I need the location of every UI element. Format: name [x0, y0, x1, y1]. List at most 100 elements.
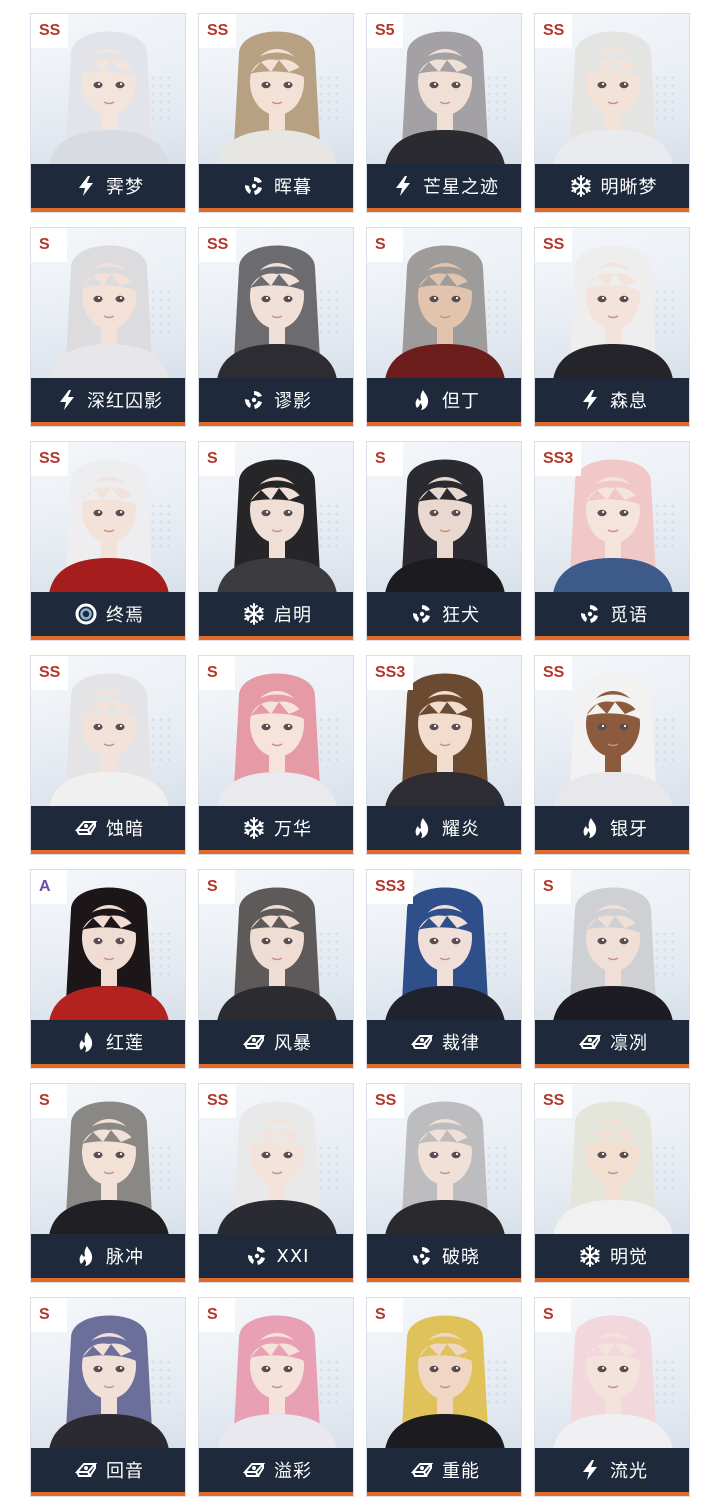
- name-bar: 风暴: [199, 1020, 353, 1064]
- character-name: 芒星之迹: [423, 177, 499, 198]
- rank-badge: S: [367, 442, 403, 476]
- character-name: 凛冽: [610, 1033, 648, 1054]
- name-bar: 重能: [367, 1448, 521, 1492]
- character-card[interactable]: SS3 觅语: [534, 441, 690, 641]
- accent-stripe: [199, 422, 353, 426]
- character-card[interactable]: S 但丁: [366, 227, 522, 427]
- character-card[interactable]: S 启明: [198, 441, 354, 641]
- character-card[interactable]: S 万华: [198, 655, 354, 855]
- character-card[interactable]: S 狂犬: [366, 441, 522, 641]
- name-bar: 深红囚影: [31, 378, 185, 422]
- void-icon: [74, 602, 98, 626]
- name-bar: 森息: [535, 378, 689, 422]
- rank-badge: S: [367, 1298, 403, 1332]
- character-card[interactable]: SS 蚀暗: [30, 655, 186, 855]
- character-card[interactable]: A 红莲: [30, 869, 186, 1069]
- physical-icon: [74, 816, 98, 840]
- accent-stripe: [367, 636, 521, 640]
- character-card[interactable]: SS 谬影: [198, 227, 354, 427]
- character-card[interactable]: S5 芒星之迹: [366, 13, 522, 213]
- rank-badge: SS: [367, 1084, 405, 1118]
- name-bar: 红莲: [31, 1020, 185, 1064]
- accent-stripe: [31, 1492, 185, 1496]
- lightning-icon: [578, 388, 602, 412]
- character-card[interactable]: S 深红囚影: [30, 227, 186, 427]
- fire-icon: [578, 816, 602, 840]
- rank-badge: S: [199, 442, 235, 476]
- character-card[interactable]: S 脉冲: [30, 1083, 186, 1283]
- character-name: 终焉: [106, 605, 144, 626]
- character-card[interactable]: SS 晖暮: [198, 13, 354, 213]
- physical-icon: [410, 1030, 434, 1054]
- character-name: 但丁: [442, 391, 480, 412]
- character-card[interactable]: SS 明晰梦: [534, 13, 690, 213]
- physical-icon: [410, 1458, 434, 1482]
- accent-stripe: [31, 636, 185, 640]
- character-card[interactable]: S 流光: [534, 1297, 690, 1497]
- character-name: 狂犬: [442, 605, 480, 626]
- name-bar: 蚀暗: [31, 806, 185, 850]
- physical-icon: [242, 1458, 266, 1482]
- rank-badge: SS: [535, 14, 573, 48]
- character-card[interactable]: SS 森息: [534, 227, 690, 427]
- lightning-icon: [74, 174, 98, 198]
- character-card[interactable]: SS XXI: [198, 1083, 354, 1283]
- accent-stripe: [535, 422, 689, 426]
- accent-stripe: [367, 1492, 521, 1496]
- character-card[interactable]: S 凛冽: [534, 869, 690, 1069]
- ice-icon: [569, 174, 593, 198]
- flow-icon: [245, 1244, 269, 1268]
- character-card[interactable]: S 溢彩: [198, 1297, 354, 1497]
- physical-icon: [578, 1030, 602, 1054]
- name-bar: 晖暮: [199, 164, 353, 208]
- character-card[interactable]: S 风暴: [198, 869, 354, 1069]
- accent-stripe: [31, 850, 185, 854]
- fire-icon: [410, 816, 434, 840]
- name-bar: 银牙: [535, 806, 689, 850]
- name-bar: 脉冲: [31, 1234, 185, 1278]
- rank-badge: S: [535, 870, 571, 904]
- name-bar: 狂犬: [367, 592, 521, 636]
- character-name: 万华: [274, 819, 312, 840]
- lightning-icon: [391, 174, 415, 198]
- accent-stripe: [535, 1492, 689, 1496]
- character-card[interactable]: SS 银牙: [534, 655, 690, 855]
- character-name: 晖暮: [274, 177, 312, 198]
- character-name: 回音: [106, 1461, 144, 1482]
- accent-stripe: [535, 208, 689, 212]
- accent-stripe: [199, 850, 353, 854]
- accent-stripe: [199, 1064, 353, 1068]
- accent-stripe: [367, 850, 521, 854]
- rank-badge: SS: [199, 1084, 237, 1118]
- character-card[interactable]: S 重能: [366, 1297, 522, 1497]
- rank-badge: S: [31, 228, 67, 262]
- character-name: 深红囚影: [87, 391, 163, 412]
- character-card[interactable]: S 回音: [30, 1297, 186, 1497]
- rank-badge: SS: [535, 656, 573, 690]
- accent-stripe: [535, 636, 689, 640]
- physical-icon: [74, 1458, 98, 1482]
- character-name: 启明: [274, 605, 312, 626]
- rank-badge: S: [367, 228, 403, 262]
- rank-badge: S: [31, 1084, 67, 1118]
- character-name: 裁律: [442, 1033, 480, 1054]
- character-name: XXI: [276, 1245, 310, 1267]
- character-name: 觅语: [610, 605, 648, 626]
- name-bar: 明觉: [535, 1234, 689, 1278]
- physical-icon: [242, 1030, 266, 1054]
- accent-stripe: [31, 208, 185, 212]
- name-bar: 觅语: [535, 592, 689, 636]
- character-card[interactable]: SS3 耀炎: [366, 655, 522, 855]
- fire-icon: [410, 388, 434, 412]
- character-card[interactable]: SS 霁梦: [30, 13, 186, 213]
- character-card[interactable]: SS 明觉: [534, 1083, 690, 1283]
- rank-badge: S5: [367, 14, 403, 48]
- accent-stripe: [535, 1278, 689, 1282]
- character-card[interactable]: SS3 裁律: [366, 869, 522, 1069]
- accent-stripe: [535, 850, 689, 854]
- character-name: 风暴: [274, 1033, 312, 1054]
- character-card[interactable]: SS 终焉: [30, 441, 186, 641]
- rank-badge: S: [31, 1298, 67, 1332]
- rank-badge: SS: [199, 228, 237, 262]
- character-card[interactable]: SS 破晓: [366, 1083, 522, 1283]
